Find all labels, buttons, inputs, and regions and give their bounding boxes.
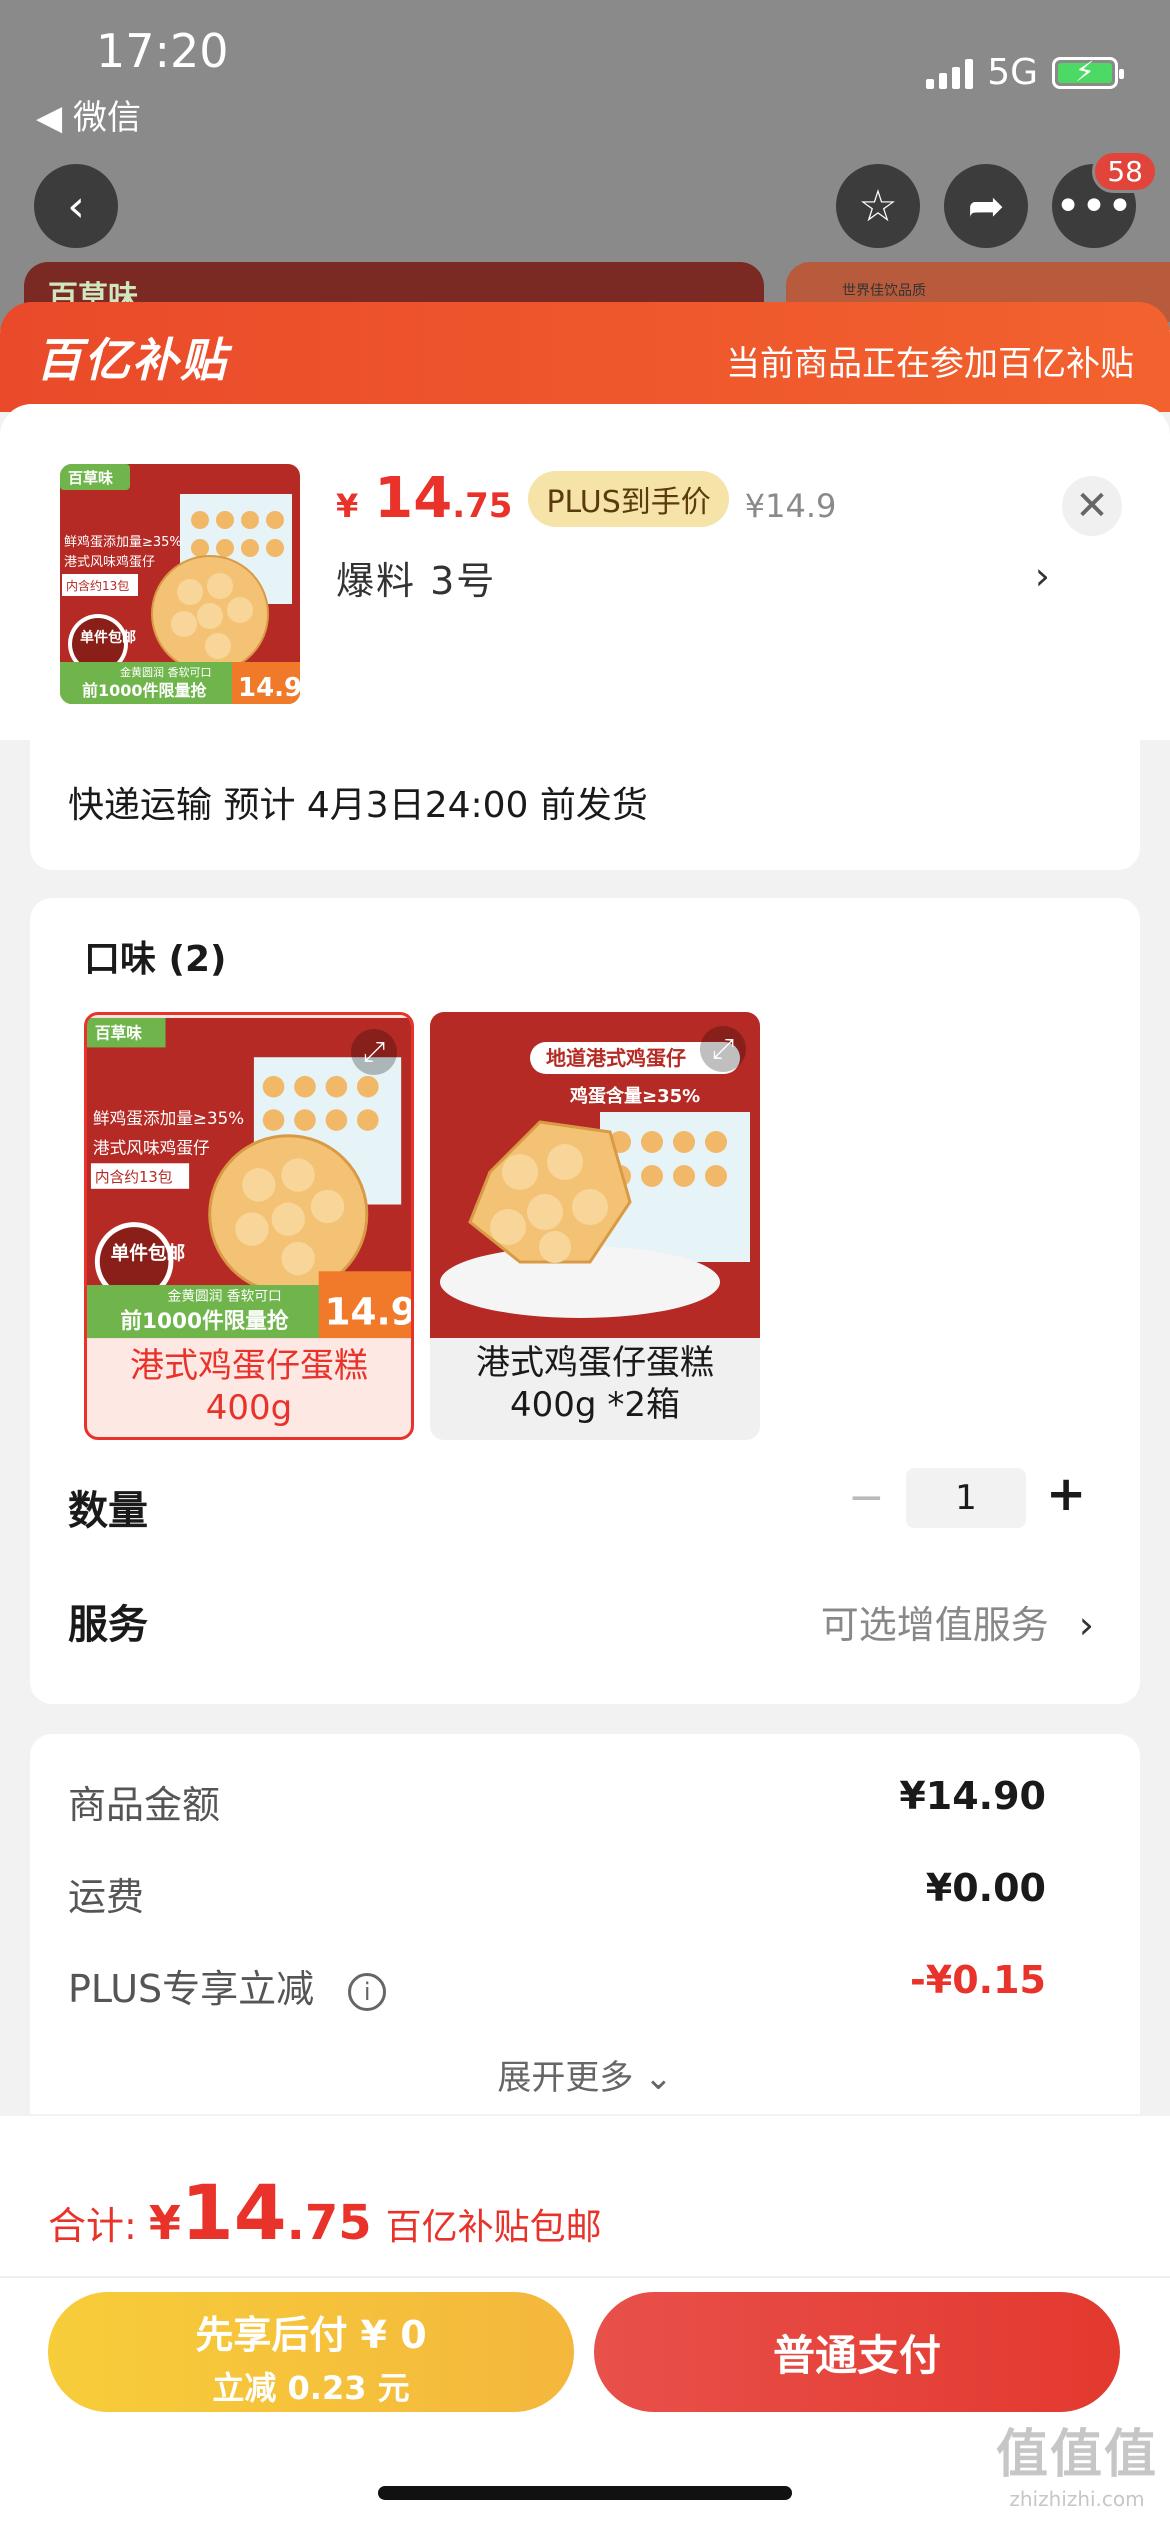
divider	[0, 2276, 1170, 2278]
service-selector[interactable]: 可选增值服务 ›	[821, 1594, 1094, 1649]
pay-later-discount: 立减 0.23 元	[212, 2369, 410, 2407]
total-decimal: .75	[286, 2195, 372, 2251]
thumb-line-1: 鲜鸡蛋添加量≥35%	[64, 534, 182, 550]
summary-value: ¥14.90	[899, 1774, 1046, 1818]
total-label: 合计:	[48, 2204, 137, 2248]
summary-key: 商品金额	[68, 1783, 221, 1827]
svg-text:内含约13包: 内含约13包	[95, 1169, 173, 1186]
summary-key: 运费	[68, 1875, 145, 1919]
close-button[interactable]: ✕	[1062, 476, 1122, 536]
thumb-promo: 前1000件限量抢	[82, 681, 208, 700]
price-integer: 14	[374, 466, 453, 531]
status-indicators: 5G ⚡	[926, 52, 1124, 93]
pay-later-button[interactable]: 先享后付 ¥ 0 立减 0.23 元	[48, 2292, 574, 2412]
flavor-option-1[interactable]: 百草味 鲜鸡蛋添加量≥35% 港式风味鸡蛋仔 内含约13包 单件包邮 金黄圆润 …	[84, 1012, 414, 1440]
summary-row: PLUS专享立减 i -¥0.15	[68, 1958, 1046, 2013]
svg-text:单件包邮: 单件包邮	[111, 1242, 186, 1264]
quantity-label: 数量	[68, 1488, 148, 1534]
svg-text:14.9: 14.9	[325, 1289, 411, 1333]
pay-later-label: 先享后付 ¥ 0	[195, 2313, 427, 2357]
watermark: 值值值 zhizhizhi.com	[995, 2425, 1158, 2511]
svg-text:金黄圆润 香软可口: 金黄圆润 香软可口	[168, 1289, 282, 1305]
service-label: 服务	[68, 1602, 148, 1648]
share-icon: ➦	[967, 180, 1005, 232]
order-summary-card: 商品金额 ¥14.90 运费 ¥0.00 PLUS专享立减 i -¥0.15 展…	[30, 1734, 1140, 2114]
checkout-footer: 合计: ¥ 14 .75 百亿补贴包邮 先享后付 ¥ 0 立减 0.23 元 普…	[0, 2116, 1170, 2532]
flavor-label-1: 港式鸡蛋仔蛋糕 400g	[130, 1346, 368, 1428]
summary-row: 商品金额 ¥14.90	[68, 1774, 1046, 1829]
shipping-card: 快递运输 预计 4月3日24:00 前发货	[30, 740, 1140, 870]
normal-pay-button[interactable]: 普通支付	[594, 2292, 1120, 2412]
original-price: ¥14.9	[744, 487, 837, 525]
close-icon: ✕	[1075, 483, 1109, 529]
chevron-right-icon[interactable]: ›	[1035, 554, 1050, 598]
share-button[interactable]: ➦	[944, 164, 1028, 248]
summary-value: ¥0.00	[925, 1866, 1046, 1910]
svg-text:鸡蛋含量≥35%: 鸡蛋含量≥35%	[569, 1085, 700, 1107]
home-indicator	[378, 2486, 792, 2500]
thumb-slogan: 金黄圆润 香软可口	[120, 665, 212, 679]
svg-text:百草味: 百草味	[95, 1024, 142, 1043]
shipping-estimate: 快递运输 预计 4月3日24:00 前发货	[68, 785, 648, 826]
chevron-right-icon: ›	[1078, 1603, 1094, 1647]
message-count-badge: 58	[1092, 150, 1158, 193]
svg-text:前1000件限量抢: 前1000件限量抢	[120, 1308, 288, 1334]
selected-variant[interactable]: 爆料 3号	[336, 550, 496, 605]
favorite-button[interactable]: ☆	[836, 164, 920, 248]
subsidy-banner: 百亿补贴 当前商品正在参加百亿补贴	[0, 302, 1170, 412]
summary-row: 运费 ¥0.00	[68, 1866, 1046, 1921]
flavor-title: 口味 (2)	[84, 939, 227, 980]
thumb-badge: 单件包邮	[80, 629, 136, 646]
subsidy-logo: 百亿补贴	[36, 333, 228, 387]
back-button[interactable]: ‹	[34, 164, 118, 248]
expand-icon[interactable]: ⤢	[351, 1029, 397, 1075]
thumb-line-2: 港式风味鸡蛋仔	[64, 554, 155, 570]
price-decimal: .75	[452, 486, 513, 526]
star-icon: ☆	[858, 180, 898, 232]
thumb-price: 14.9	[238, 673, 300, 703]
total-price: 合计: ¥ 14 .75 百亿补贴包邮	[48, 2168, 602, 2257]
quantity-decrease-button[interactable]: −	[848, 1472, 885, 1523]
product-header: 百草味 鲜鸡蛋添加量≥35% 港式风味鸡蛋仔 内含约13包 单件包邮 金黄圆润 …	[0, 404, 1170, 740]
svg-text:港式风味鸡蛋仔: 港式风味鸡蛋仔	[93, 1138, 210, 1157]
more-button[interactable]: ••• 58	[1052, 150, 1158, 248]
spec-card: 口味 (2) 百草味 鲜鸡蛋添加量≥35% 港式风味鸡蛋仔 内含约13包 单件包…	[30, 898, 1140, 1704]
quantity-increase-button[interactable]: +	[1046, 1466, 1086, 1522]
thumb-line-3: 内含约13包	[66, 578, 129, 593]
battery-icon: ⚡	[1052, 55, 1124, 89]
plus-price-tag: PLUS到手价	[528, 470, 729, 527]
subsidy-tip: 当前商品正在参加百亿补贴	[726, 344, 1134, 384]
expand-icon[interactable]: ⤢	[700, 1026, 746, 1072]
purchase-sheet: 百草味 鲜鸡蛋添加量≥35% 港式风味鸡蛋仔 内含约13包 单件包邮 金黄圆润 …	[0, 404, 1170, 2114]
status-time: 17:20	[96, 24, 229, 78]
svg-text:地道港式鸡蛋仔: 地道港式鸡蛋仔	[546, 1046, 686, 1070]
service-value: 可选增值服务	[820, 1603, 1049, 1647]
price-row: ¥ 14 .75 PLUS到手价 ¥14.9	[336, 466, 836, 531]
thumb-logo: 百草味	[68, 469, 113, 487]
flavor-option-2[interactable]: 地道港式鸡蛋仔 鸡蛋含量≥35% ⤢ 港式鸡蛋仔蛋糕 400g *2箱	[430, 1012, 760, 1440]
expand-more-button[interactable]: 展开更多 ⌄	[30, 2050, 1140, 2099]
signal-icon	[926, 57, 974, 89]
back-to-wechat-link[interactable]: ◀ 微信	[36, 90, 141, 139]
quantity-input[interactable]: 1	[906, 1468, 1026, 1528]
summary-value: -¥0.15	[910, 1958, 1046, 2002]
network-label: 5G	[987, 52, 1038, 93]
total-note: 百亿补贴包邮	[385, 2207, 602, 2248]
chevron-left-icon: ‹	[67, 180, 85, 232]
flavor-label-2: 港式鸡蛋仔蛋糕 400g *2箱	[476, 1343, 714, 1425]
total-integer: 14	[180, 2168, 287, 2257]
product-thumbnail[interactable]: 百草味 鲜鸡蛋添加量≥35% 港式风味鸡蛋仔 内含约13包 单件包邮 金黄圆润 …	[60, 464, 300, 704]
background-text: 世界佳饮品质	[842, 283, 926, 299]
info-icon[interactable]: i	[348, 1972, 387, 2011]
summary-key: PLUS专享立减	[68, 1967, 315, 2011]
total-currency: ¥	[148, 2196, 181, 2250]
svg-text:鲜鸡蛋添加量≥35%: 鲜鸡蛋添加量≥35%	[93, 1109, 244, 1128]
product-image: 百草味 鲜鸡蛋添加量≥35% 港式风味鸡蛋仔 内含约13包 单件包邮 金黄圆润 …	[60, 464, 300, 704]
price-currency: ¥	[336, 487, 359, 525]
